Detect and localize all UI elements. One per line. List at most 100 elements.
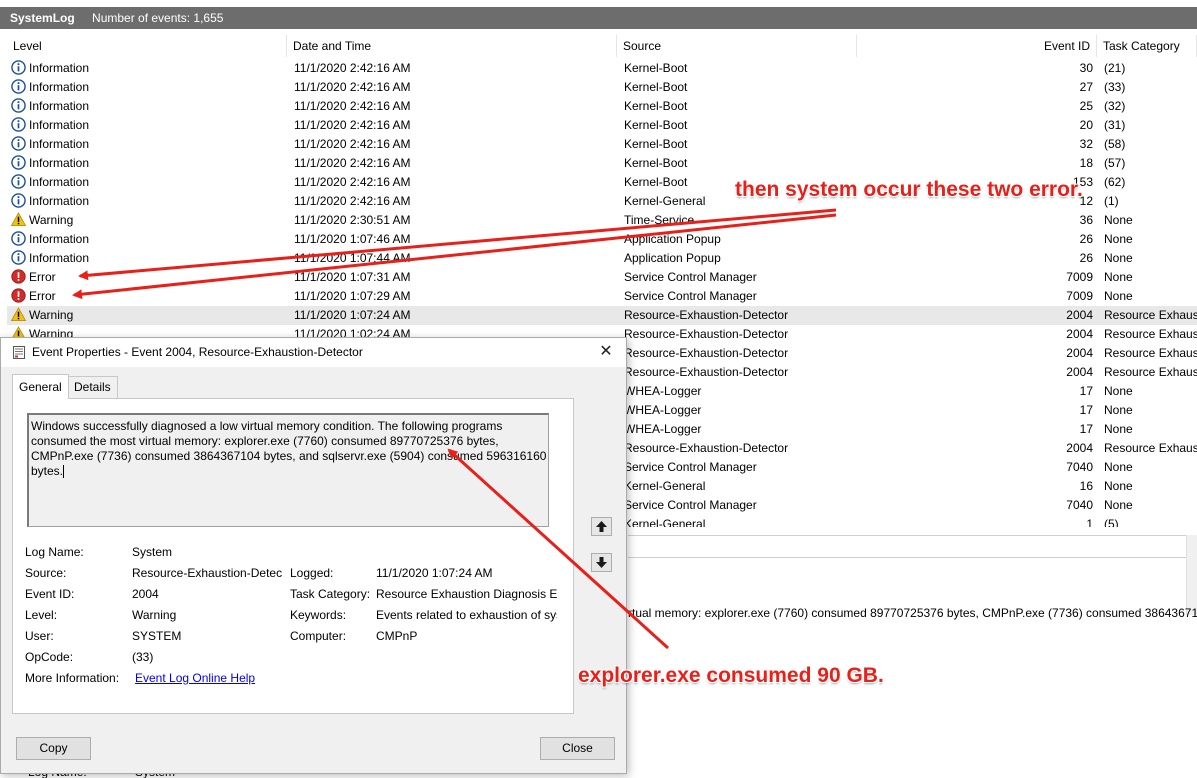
event-id: 32 [862, 135, 1093, 154]
event-description-box[interactable]: Windows successfully diagnosed a low vir… [27, 413, 549, 527]
keywords-value: Events related to exhaustion of system c… [376, 608, 557, 622]
event-id-text: 7040 [1066, 498, 1093, 512]
event-row[interactable]: Warning 11/1/2020 2:30:51 AM Time-Service 3… [7, 211, 1197, 230]
event-source-text: Application Popup [624, 251, 721, 265]
close-button[interactable]: Close [540, 737, 615, 760]
event-id: 2004 [862, 325, 1093, 344]
log-title: SystemLog [10, 11, 75, 25]
event-source-text: Kernel-Boot [624, 156, 688, 170]
event-id-text: 2004 [1066, 365, 1093, 379]
event-task-category: None [1104, 401, 1197, 420]
event-date: 11/1/2020 2:42:16 AM [294, 173, 614, 192]
preview-scrollbar[interactable] [1186, 535, 1197, 615]
event-date: 11/1/2020 2:42:16 AM [294, 116, 614, 135]
event-date: 11/1/2020 2:42:16 AM [294, 154, 614, 173]
event-viewer-icon [13, 346, 25, 359]
event-id: 26 [862, 249, 1093, 268]
event-row[interactable]: Error 11/1/2020 1:07:29 AM Service Control… [7, 287, 1197, 306]
event-task-category-text: None [1104, 460, 1133, 474]
event-source: Time-Service [624, 211, 860, 230]
opcode-value: (33) [132, 650, 154, 664]
event-row[interactable]: Information 11/1/2020 2:42:16 AM Kernel-Bo… [7, 154, 1197, 173]
event-task-category: Resource Exhaustion Diagnosis Events [1104, 306, 1197, 325]
event-date: 11/1/2020 1:07:46 AM [294, 230, 614, 249]
event-source: Resource-Exhaustion-Detector [624, 363, 860, 382]
event-date: 11/1/2020 2:42:16 AM [294, 192, 614, 211]
event-row[interactable]: Information 11/1/2020 2:42:16 AM Kernel-Bo… [7, 59, 1197, 78]
event-id-text: 2004 [1066, 441, 1093, 455]
event-task-category-text: None [1104, 289, 1133, 303]
event-task-category: (31) [1104, 116, 1197, 135]
event-task-category: (32) [1104, 97, 1197, 116]
event-row[interactable]: Information 11/1/2020 2:42:16 AM Kernel-Bo… [7, 78, 1197, 97]
event-task-category-text: None [1104, 384, 1133, 398]
tab-details[interactable]: Details [67, 376, 118, 398]
event-id-text: 7009 [1066, 289, 1093, 303]
event-row[interactable]: Information 11/1/2020 2:42:16 AM Kernel-Bo… [7, 97, 1197, 116]
event-row[interactable]: Information 11/1/2020 1:07:46 AM Applicati… [7, 230, 1197, 249]
event-task-category-text: (32) [1104, 99, 1126, 113]
event-id-text: 2004 [1066, 308, 1093, 322]
event-task-category-text: None [1104, 498, 1133, 512]
info-icon [11, 155, 26, 171]
event-date: 11/1/2020 2:42:16 AM [294, 97, 614, 116]
event-id: 25 [862, 97, 1093, 116]
event-row[interactable]: Information 11/1/2020 1:07:44 AM Applicati… [7, 249, 1197, 268]
event-source-text: WHEA-Logger [624, 403, 702, 417]
event-date-text: 11/1/2020 2:42:16 AM [294, 118, 411, 132]
event-source-text: Kernel-Boot [624, 61, 688, 75]
event-level: Information [11, 230, 289, 249]
event-date: 11/1/2020 2:42:16 AM [294, 59, 614, 78]
event-level-text: Information [29, 80, 90, 94]
user-value: SYSTEM [132, 629, 182, 643]
event-level: Error [11, 287, 289, 306]
column-header-event-id[interactable]: Event ID [857, 35, 1097, 57]
event-source: Resource-Exhaustion-Detector [624, 439, 860, 458]
event-date-text: 11/1/2020 1:07:24 AM [294, 308, 411, 322]
arrow-up-icon [596, 521, 607, 532]
event-viewer-window: SystemLog Number of events: 1,655 Level … [0, 0, 1197, 778]
event-date-text: 11/1/2020 2:42:16 AM [294, 61, 411, 75]
event-task-category: (5) [1104, 515, 1197, 527]
event-date: 11/1/2020 2:42:16 AM [294, 135, 614, 154]
event-task-category-text: (5) [1104, 517, 1119, 527]
tab-general[interactable]: General [12, 374, 69, 399]
event-task-category: (33) [1104, 78, 1197, 97]
column-header-task-category[interactable]: Task Category [1097, 35, 1197, 57]
column-header-source[interactable]: Source [617, 35, 857, 57]
event-id-text: 27 [1079, 80, 1093, 94]
event-date-text: 11/1/2020 2:42:16 AM [294, 175, 411, 189]
event-log-online-help-link[interactable]: Event Log Online Help [135, 670, 285, 686]
general-tab-panel: Windows successfully diagnosed a low vir… [12, 398, 574, 714]
previous-event-button[interactable] [591, 517, 612, 536]
event-task-category: (21) [1104, 59, 1197, 78]
event-source-text: Resource-Exhaustion-Detector [624, 365, 789, 379]
event-source-text: Resource-Exhaustion-Detector [624, 346, 789, 360]
event-row[interactable]: Information 11/1/2020 2:42:16 AM Kernel-Bo… [7, 116, 1197, 135]
event-id-text: 17 [1079, 422, 1093, 436]
copy-button[interactable]: Copy [16, 737, 91, 760]
event-date-text: 11/1/2020 2:42:16 AM [294, 99, 411, 113]
event-source: Service Control Manager [624, 268, 860, 287]
event-id: 36 [862, 211, 1093, 230]
opcode-label: OpCode: [25, 650, 74, 664]
event-task-category: (58) [1104, 135, 1197, 154]
close-icon[interactable]: ✕ [594, 341, 618, 363]
event-row[interactable]: Warning 11/1/2020 1:07:24 AM Resource-Exha… [7, 306, 1197, 325]
event-date: 11/1/2020 2:30:51 AM [294, 211, 614, 230]
event-date-text: 11/1/2020 2:30:51 AM [294, 213, 411, 227]
event-row[interactable]: Error 11/1/2020 1:07:31 AM Service Control… [7, 268, 1197, 287]
event-level-text: Information [29, 175, 90, 189]
event-source: WHEA-Logger [624, 382, 860, 401]
column-header-date[interactable]: Date and Time [287, 35, 617, 57]
event-id: 7009 [862, 287, 1093, 306]
event-source: WHEA-Logger [624, 401, 860, 420]
column-header-level[interactable]: Level [7, 35, 287, 57]
event-row[interactable]: Information 11/1/2020 2:42:16 AM Kernel-Bo… [7, 135, 1197, 154]
event-task-category: None [1104, 477, 1197, 496]
next-event-button[interactable] [591, 553, 612, 572]
event-id-text: 20 [1079, 118, 1093, 132]
event-source-text: Kernel-Boot [624, 99, 688, 113]
event-level: Information [11, 116, 289, 135]
event-task-category-text: (57) [1104, 156, 1126, 170]
